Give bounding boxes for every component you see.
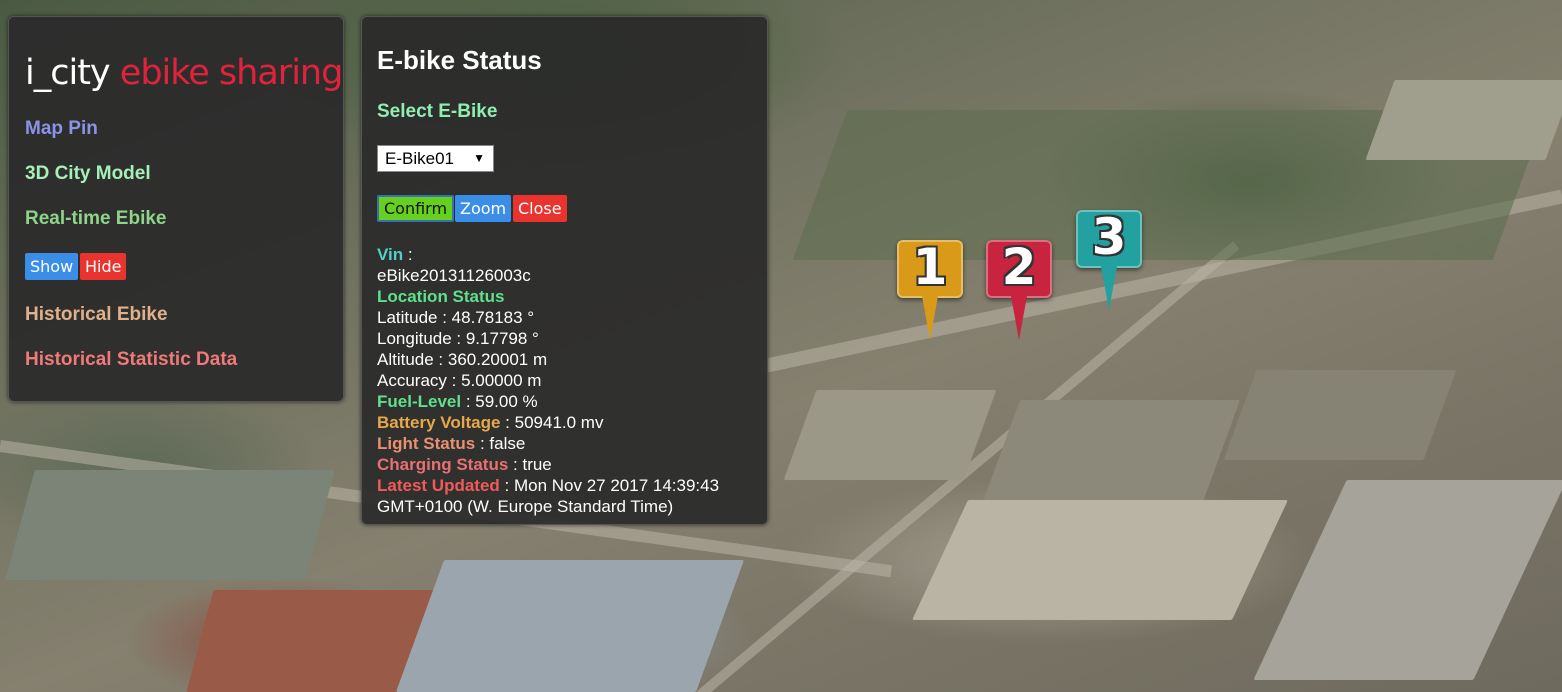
map-building <box>1223 370 1457 460</box>
ebike-select[interactable]: E-Bike01 ▼ <box>377 145 494 172</box>
pin-tail <box>1011 296 1027 340</box>
fuel-level-value: : 59.00 % <box>461 392 538 411</box>
nav-historical-statistic-data[interactable]: Historical Statistic Data <box>25 349 237 371</box>
status-title: E-bike Status <box>377 45 542 75</box>
charging-status-label: Charging Status <box>377 455 509 474</box>
app-title-accent: ebike sharing <box>119 53 344 93</box>
fuel-level-label: Fuel-Level <box>377 392 462 411</box>
accuracy-value: Accuracy : 5.00000 m <box>377 371 542 390</box>
zoom-button[interactable]: Zoom <box>455 195 512 222</box>
charging-status-value: : true <box>508 455 552 474</box>
pin-tail <box>1101 266 1117 310</box>
close-button[interactable]: Close <box>513 195 567 222</box>
light-status-value: : false <box>475 434 526 453</box>
pin-number: 1 <box>912 238 948 296</box>
ebike-status-panel: E-bike Status Select E-Bike E-Bike01 ▼ C… <box>361 16 768 525</box>
nav-historical-ebike[interactable]: Historical Ebike <box>25 304 168 326</box>
map-building <box>979 400 1241 510</box>
latest-updated-label: Latest Updated <box>377 476 500 495</box>
app-title: i_city ebike sharing <box>25 53 344 93</box>
fuel-level-row: Fuel-Level : 59.00 % <box>377 391 538 412</box>
nav-3d-city-model[interactable]: 3D City Model <box>25 163 151 185</box>
battery-voltage-row: Battery Voltage : 50941.0 mv <box>377 412 603 433</box>
map-building <box>1253 480 1562 680</box>
longitude-value: Longitude : 9.17798 ° <box>377 329 539 348</box>
confirm-button[interactable]: Confirm <box>377 195 455 222</box>
hide-button[interactable]: Hide <box>80 253 127 280</box>
battery-voltage-value: : 50941.0 mv <box>500 413 604 432</box>
app-title-main: i_city <box>25 53 111 93</box>
select-ebike-label: Select E-Bike <box>377 101 498 122</box>
latest-updated-row: Latest Updated : Mon Nov 27 2017 14:39:4… <box>377 475 719 496</box>
nav-map-pin[interactable]: Map Pin <box>25 118 98 140</box>
charging-status-row: Charging Status : true <box>377 454 552 475</box>
map-building <box>5 470 335 580</box>
battery-voltage-label: Battery Voltage <box>377 413 501 432</box>
chevron-down-icon: ▼ <box>473 151 485 165</box>
vin-separator: : <box>403 245 413 264</box>
vin-row: Vin : <box>377 244 413 265</box>
light-status-row: Light Status : false <box>377 433 525 454</box>
vin-label: Vin <box>377 245 404 264</box>
latest-updated-value: : Mon Nov 27 2017 14:39:43 <box>499 476 720 495</box>
navigation-panel: i_city ebike sharing Map Pin 3D City Mod… <box>8 16 344 402</box>
pin-number: 3 <box>1091 208 1127 266</box>
altitude-value: Altitude : 360.20001 m <box>377 350 548 369</box>
ebike-select-value: E-Bike01 <box>385 149 454 168</box>
pin-tail <box>922 296 938 340</box>
map-building <box>1365 80 1562 160</box>
map-building <box>912 500 1288 620</box>
map-building <box>395 560 745 692</box>
nav-realtime-ebike[interactable]: Real-time Ebike <box>25 208 167 230</box>
latest-updated-timezone: GMT+0100 (W. Europe Standard Time) <box>377 497 674 516</box>
location-status-label: Location Status <box>377 287 505 306</box>
vin-value: eBike20131126003c <box>377 266 531 285</box>
map-building <box>783 390 997 480</box>
show-button[interactable]: Show <box>25 253 79 280</box>
latitude-value: Latitude : 48.78183 ° <box>377 308 535 327</box>
light-status-label: Light Status <box>377 434 476 453</box>
pin-number: 2 <box>1001 238 1037 296</box>
